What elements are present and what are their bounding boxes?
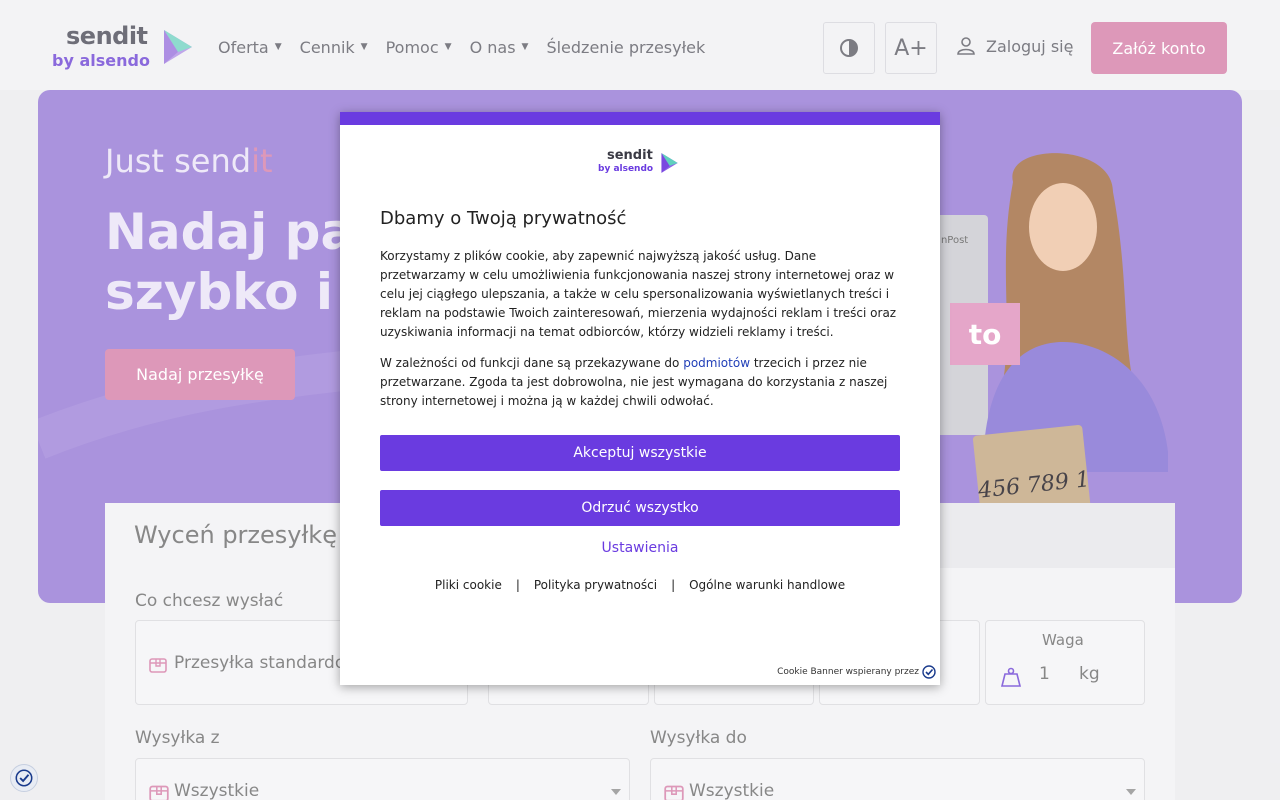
modal-logo-subtext: by alsendo xyxy=(598,164,654,174)
privacy-policy-link[interactable]: Polityka prywatności xyxy=(534,578,657,592)
cookiebot-check-icon xyxy=(15,769,33,787)
consent-text: W zależności od funkcji dane są przekazy… xyxy=(380,356,684,370)
modal-top-bar xyxy=(340,112,940,125)
logo-play-icon xyxy=(661,153,678,173)
powered-by-text: Cookie Banner wspierany przez xyxy=(777,667,919,677)
cookie-policy-link[interactable]: Pliki cookie xyxy=(435,578,502,592)
separator: | xyxy=(671,578,676,592)
reject-all-button[interactable]: Odrzuć wszystko xyxy=(380,490,900,526)
powered-by[interactable]: Cookie Banner wspierany przez xyxy=(777,665,936,679)
consent-description: Korzystamy z plików cookie, aby zapewnić… xyxy=(380,249,897,339)
consent-data-sharing: W zależności od funkcji dane są przekazy… xyxy=(380,354,905,411)
cookiebot-check-icon xyxy=(922,665,936,679)
accept-all-button[interactable]: Akceptuj wszystkie xyxy=(380,435,900,471)
cookie-settings-link[interactable]: Ustawienia xyxy=(340,540,940,556)
modal-logo: sendit by alsendo xyxy=(598,148,682,176)
modal-logo-text: sendit xyxy=(607,148,653,163)
cookie-consent-modal: sendit by alsendo Dbamy o Twoją prywatno… xyxy=(340,112,940,685)
modal-title: Dbamy o Twoją prywatność xyxy=(380,208,627,229)
terms-link[interactable]: Ogólne warunki handlowe xyxy=(689,578,845,592)
modal-footer-links: Pliki cookie | Polityka prywatności | Og… xyxy=(340,578,940,592)
partners-link[interactable]: podmiotów xyxy=(683,356,750,370)
separator: | xyxy=(515,578,520,592)
cookie-settings-badge[interactable] xyxy=(10,764,38,792)
